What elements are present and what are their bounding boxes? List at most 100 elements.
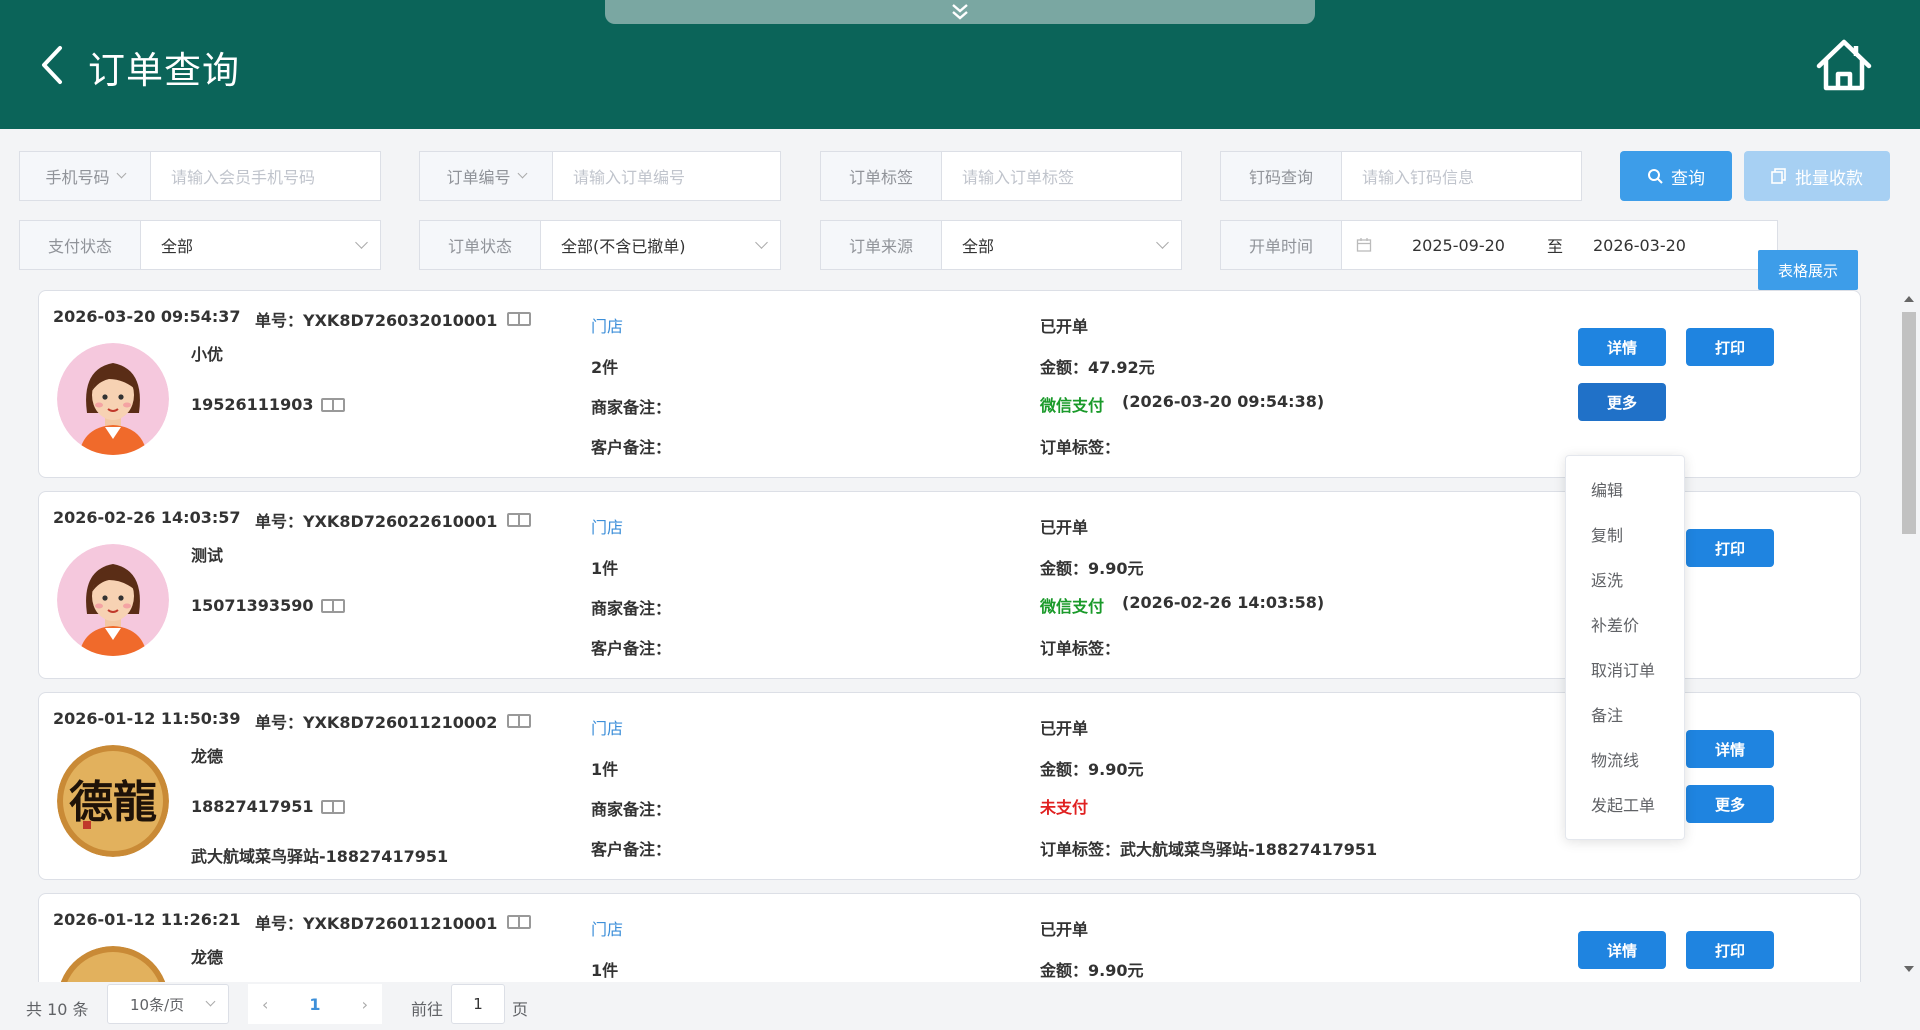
chevron-down-icon: [116, 168, 126, 179]
page-size-select[interactable]: 10条/页: [107, 984, 229, 1024]
page-size-value: 10条/页: [130, 995, 185, 1014]
phone-filter: 手机号码 请输入会员手机号码: [19, 151, 381, 201]
order-status-filter: 订单状态 全部(不含已撤单): [419, 220, 781, 270]
order-tag-input[interactable]: 请输入订单标签: [942, 152, 1181, 200]
order-status: 已开单: [1040, 920, 1089, 939]
order-source-filter: 订单来源 全部: [820, 220, 1182, 270]
pay-status-select[interactable]: 全部: [141, 221, 380, 269]
copy-card-icon[interactable]: [507, 714, 532, 728]
order-datetime: 2026-03-20 09:54:37: [53, 307, 241, 326]
order-quantity: 1件: [591, 559, 619, 578]
double-chevron-down-icon: [952, 4, 968, 20]
phone-input[interactable]: 请输入会员手机号码: [151, 152, 380, 200]
more-button[interactable]: 更多: [1578, 383, 1666, 421]
prev-page-icon[interactable]: ‹: [262, 995, 268, 1014]
menu-item-cancel-order[interactable]: 取消订单: [1566, 646, 1684, 691]
scrollbar-thumb[interactable]: [1902, 312, 1916, 534]
goto-page-input[interactable]: 1: [451, 984, 505, 1024]
order-store[interactable]: 门店: [591, 514, 623, 538]
order-status: 已开单: [1040, 518, 1089, 537]
back-arrow-icon[interactable]: [36, 44, 72, 86]
copy-card-icon[interactable]: [507, 312, 532, 326]
calligraphy-text: 德龍: [69, 777, 157, 828]
scroll-down-arrow-icon[interactable]: [1904, 966, 1914, 972]
order-status-select[interactable]: 全部(不含已撤单): [541, 221, 780, 269]
order-no-filter-select[interactable]: 订单编号: [420, 152, 553, 200]
menu-item-price-difference[interactable]: 补差价: [1566, 601, 1684, 646]
order-source-select[interactable]: 全部: [942, 221, 1181, 269]
order-datetime: 2026-02-26 14:03:57: [53, 508, 241, 527]
date-range-picker[interactable]: 2025-09-20 至 2026-03-20: [1342, 221, 1777, 269]
detail-button[interactable]: 详情: [1578, 931, 1666, 969]
order-tag: 订单标签：武大航域菜鸟驿站-18827417951: [1040, 840, 1378, 859]
order-no-filter-label: 订单编号: [446, 168, 511, 187]
print-button[interactable]: 打印: [1686, 931, 1774, 969]
order-tag: 订单标签：: [1040, 639, 1121, 658]
order-number: 单号：YXK8D726032010001: [255, 307, 532, 331]
menu-item-remark[interactable]: 备注: [1566, 691, 1684, 736]
copy-card-icon[interactable]: [321, 598, 346, 613]
detail-button[interactable]: 详情: [1686, 730, 1774, 768]
order-quantity: 1件: [591, 961, 619, 980]
order-number-text: 单号：YXK8D726011210001: [255, 914, 498, 933]
next-page-icon[interactable]: ›: [362, 995, 368, 1014]
batch-payment-button[interactable]: 批量收款: [1744, 151, 1890, 201]
more-actions-menu: 编辑 复制 返洗 补差价 取消订单 备注 物流线 发起工单: [1565, 455, 1685, 840]
copy-card-icon[interactable]: [507, 915, 532, 929]
open-time-filter: 开单时间 2025-09-20 至 2026-03-20: [1220, 220, 1778, 270]
order-amount: 金额：9.90元: [1040, 961, 1144, 980]
nail-code-filter-label: 钉码查询: [1221, 152, 1342, 200]
order-no-input[interactable]: 请输入订单编号: [553, 152, 780, 200]
pull-down-tab[interactable]: [605, 0, 1315, 24]
payment-method: 微信支付: [1040, 396, 1105, 415]
copy-card-icon[interactable]: [321, 799, 346, 814]
payment-info: 微信支付 (2026-03-20 09:54:38): [1040, 392, 1324, 416]
home-icon[interactable]: [1814, 36, 1874, 94]
order-datetime: 2026-01-12 11:50:39: [53, 709, 241, 728]
customer-address: 武大航域菜鸟驿站-18827417951: [191, 847, 449, 866]
query-button[interactable]: 查询: [1620, 151, 1732, 201]
more-button[interactable]: 更多: [1686, 785, 1774, 823]
end-date[interactable]: 2026-03-20: [1593, 236, 1686, 255]
nail-code-filter: 钉码查询 请输入钉码信息: [1220, 151, 1582, 201]
nail-code-input[interactable]: 请输入钉码信息: [1342, 152, 1581, 200]
phone-filter-select[interactable]: 手机号码: [20, 152, 151, 200]
pay-status-filter: 支付状态 全部: [19, 220, 381, 270]
copy-card-icon[interactable]: [321, 397, 346, 412]
calligraphy-avatar-icon: 德龍: [57, 745, 169, 857]
detail-button[interactable]: 详情: [1578, 328, 1666, 366]
menu-item-edit[interactable]: 编辑: [1566, 466, 1684, 511]
print-button[interactable]: 打印: [1686, 529, 1774, 567]
table-view-button[interactable]: 表格展示: [1758, 250, 1858, 290]
chevron-down-icon: [517, 168, 527, 179]
woman-avatar-icon: [57, 544, 169, 656]
order-store[interactable]: 门店: [591, 916, 623, 940]
menu-item-logistics[interactable]: 物流线: [1566, 736, 1684, 781]
menu-item-create-ticket[interactable]: 发起工单: [1566, 781, 1684, 826]
order-number-text: 单号：YXK8D726022610001: [255, 512, 498, 531]
scroll-up-arrow-icon[interactable]: [1904, 296, 1914, 302]
avatar: 德龍: [57, 745, 169, 857]
order-status: 已开单: [1040, 317, 1089, 336]
page-title: 订单查询: [88, 49, 240, 92]
customer-phone-text: 15071393590: [191, 596, 314, 615]
current-page[interactable]: 1: [309, 995, 320, 1014]
menu-item-copy[interactable]: 复制: [1566, 511, 1684, 556]
start-date[interactable]: 2025-09-20: [1412, 236, 1505, 255]
print-button[interactable]: 打印: [1686, 328, 1774, 366]
pay-status-label: 支付状态: [20, 221, 141, 269]
copy-icon: [1771, 168, 1786, 184]
menu-item-rewash[interactable]: 返洗: [1566, 556, 1684, 601]
order-no-filter: 订单编号 请输入订单编号: [419, 151, 781, 201]
customer-phone: 19526111903: [191, 395, 346, 414]
order-source-label: 订单来源: [821, 221, 942, 269]
order-store[interactable]: 门店: [591, 313, 623, 337]
payment-info: 微信支付 (2026-02-26 14:03:58): [1040, 593, 1324, 617]
date-separator: 至: [1546, 237, 1563, 256]
payment-method: 未支付: [1040, 798, 1089, 817]
avatar: [57, 544, 169, 656]
copy-card-icon[interactable]: [507, 513, 532, 527]
order-store[interactable]: 门店: [591, 715, 623, 739]
batch-payment-label: 批量收款: [1795, 168, 1863, 189]
calendar-icon: [1356, 238, 1372, 252]
